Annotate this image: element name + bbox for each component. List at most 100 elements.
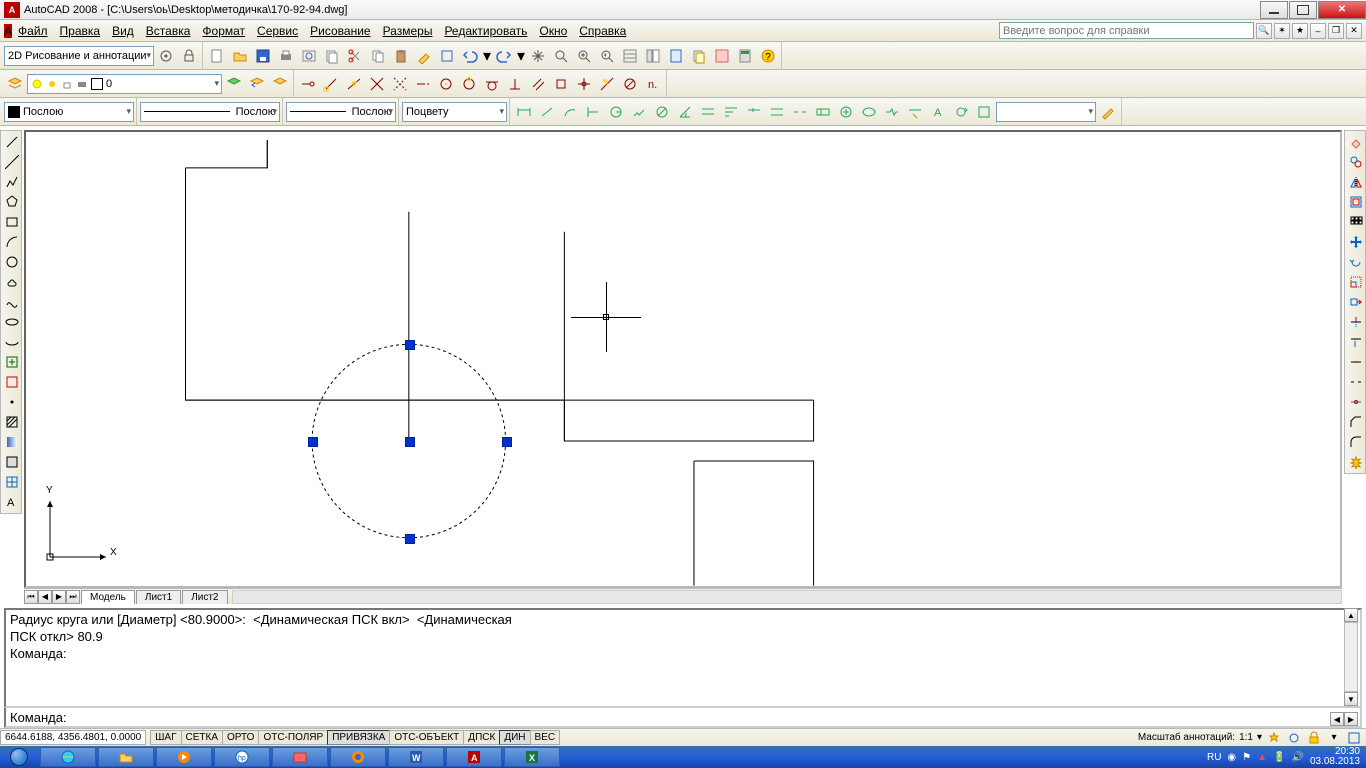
polygon-icon[interactable] bbox=[2, 192, 22, 212]
dim-text-edit-icon[interactable]: A bbox=[927, 101, 949, 123]
redo-icon[interactable] bbox=[493, 45, 515, 67]
toggle-dyn[interactable]: ДИН bbox=[499, 730, 530, 745]
cmd-scroll-up-icon[interactable]: ▲ bbox=[1344, 608, 1358, 622]
menu-draw[interactable]: Рисование bbox=[304, 20, 376, 41]
dim-style-manager-icon[interactable] bbox=[1097, 101, 1119, 123]
workspace-combo[interactable]: 2D Рисование и аннотации bbox=[4, 46, 154, 66]
snap-endpoint-icon[interactable] bbox=[320, 73, 342, 95]
circle-icon[interactable] bbox=[2, 252, 22, 272]
dim-space-icon[interactable] bbox=[766, 101, 788, 123]
quickcalc-icon[interactable] bbox=[734, 45, 756, 67]
dim-radius-icon[interactable] bbox=[605, 101, 627, 123]
block-editor-icon[interactable] bbox=[436, 45, 458, 67]
dim-inspect-icon[interactable] bbox=[858, 101, 880, 123]
status-tray-icon[interactable]: ▾ bbox=[1326, 730, 1342, 746]
tray-clock[interactable]: 20:30 03.08.2013 bbox=[1310, 747, 1360, 767]
workspace-lock-icon[interactable] bbox=[178, 45, 200, 67]
toggle-grid[interactable]: СЕТКА bbox=[181, 730, 224, 745]
dim-continue-icon[interactable] bbox=[743, 101, 765, 123]
toggle-snap[interactable]: ШАГ bbox=[150, 730, 181, 745]
spline-icon[interactable] bbox=[2, 292, 22, 312]
tray-lang[interactable]: RU bbox=[1207, 752, 1221, 763]
properties-icon[interactable] bbox=[619, 45, 641, 67]
dim-style-combo[interactable] bbox=[996, 102, 1096, 122]
mdi-restore-icon[interactable]: ❐ bbox=[1328, 23, 1344, 39]
revcloud-icon[interactable] bbox=[2, 272, 22, 292]
favorites-icon[interactable]: ★ bbox=[1292, 23, 1308, 39]
markup-icon[interactable] bbox=[711, 45, 733, 67]
help-icon[interactable]: ? bbox=[757, 45, 779, 67]
tray-network-icon[interactable]: ◉ bbox=[1227, 752, 1236, 763]
center-mark-icon[interactable] bbox=[835, 101, 857, 123]
save-icon[interactable] bbox=[252, 45, 274, 67]
layer-match-icon[interactable] bbox=[269, 73, 291, 95]
snap-from-icon[interactable] bbox=[297, 73, 319, 95]
table-icon[interactable] bbox=[2, 472, 22, 492]
anno-autoscale-icon[interactable] bbox=[1286, 730, 1302, 746]
snap-apparent-icon[interactable] bbox=[389, 73, 411, 95]
toggle-lwt[interactable]: ВЕС bbox=[530, 730, 561, 745]
grip-south[interactable] bbox=[405, 534, 415, 544]
start-button[interactable] bbox=[0, 746, 38, 768]
task-media-player[interactable] bbox=[156, 747, 212, 767]
task-hp[interactable]: hp bbox=[214, 747, 270, 767]
zoom-window-icon[interactable] bbox=[573, 45, 595, 67]
offset-icon[interactable] bbox=[1346, 192, 1366, 212]
design-center-icon[interactable] bbox=[642, 45, 664, 67]
dim-angular-icon[interactable] bbox=[674, 101, 696, 123]
command-history[interactable]: Радиус круга или [Диаметр] <80.9000>: <Д… bbox=[4, 608, 1362, 708]
close-button[interactable] bbox=[1318, 1, 1366, 19]
snap-nearest-icon[interactable] bbox=[596, 73, 618, 95]
extend-icon[interactable] bbox=[1346, 332, 1366, 352]
layer-states-icon[interactable] bbox=[223, 73, 245, 95]
sheet-set-icon[interactable] bbox=[688, 45, 710, 67]
color-combo[interactable]: Послою bbox=[4, 102, 134, 122]
mirror-icon[interactable] bbox=[1346, 172, 1366, 192]
tray-acad-icon[interactable]: ▲ bbox=[1257, 752, 1267, 763]
clean-screen-icon[interactable] bbox=[1346, 730, 1362, 746]
task-autocad[interactable]: A bbox=[446, 747, 502, 767]
help-search-go-icon[interactable]: 🔍 bbox=[1256, 23, 1272, 39]
layer-properties-icon[interactable] bbox=[4, 73, 26, 95]
line-icon[interactable] bbox=[2, 132, 22, 152]
snap-midpoint-icon[interactable] bbox=[343, 73, 365, 95]
erase-icon[interactable] bbox=[1346, 132, 1366, 152]
tab-layout2[interactable]: Лист2 bbox=[182, 590, 227, 604]
redo-dropdown-icon[interactable]: ▾ bbox=[516, 45, 526, 67]
dim-break-icon[interactable] bbox=[789, 101, 811, 123]
undo-icon[interactable] bbox=[459, 45, 481, 67]
open-icon[interactable] bbox=[229, 45, 251, 67]
minimize-button[interactable] bbox=[1260, 1, 1288, 19]
dim-style-icon[interactable] bbox=[973, 101, 995, 123]
menu-help[interactable]: Справка bbox=[573, 20, 632, 41]
array-icon[interactable] bbox=[1346, 212, 1366, 232]
menu-modify[interactable]: Редактировать bbox=[438, 20, 533, 41]
task-photos[interactable] bbox=[272, 747, 328, 767]
print-icon[interactable] bbox=[275, 45, 297, 67]
dim-jogged-linear-icon[interactable] bbox=[881, 101, 903, 123]
dim-aligned-icon[interactable] bbox=[536, 101, 558, 123]
mdi-minimize-icon[interactable]: – bbox=[1310, 23, 1326, 39]
tab-scroll-prev-icon[interactable]: ◀ bbox=[38, 590, 52, 604]
publish-icon[interactable] bbox=[321, 45, 343, 67]
break-icon[interactable] bbox=[1346, 372, 1366, 392]
dim-update-icon[interactable] bbox=[950, 101, 972, 123]
lineweight-combo[interactable]: Послою bbox=[286, 102, 396, 122]
tab-model[interactable]: Модель bbox=[81, 590, 135, 604]
tab-scroll-next-icon[interactable]: ▶ bbox=[52, 590, 66, 604]
cmd-scroll-down-icon[interactable]: ▼ bbox=[1344, 692, 1358, 706]
new-icon[interactable] bbox=[206, 45, 228, 67]
tab-scroll-last-icon[interactable]: ⏭ bbox=[66, 590, 80, 604]
move-icon[interactable] bbox=[1346, 232, 1366, 252]
snap-none-icon[interactable] bbox=[619, 73, 641, 95]
cmd-hscroll-left-icon[interactable]: ◀ bbox=[1330, 712, 1344, 726]
xline-icon[interactable] bbox=[2, 152, 22, 172]
dim-quick-icon[interactable] bbox=[697, 101, 719, 123]
grip-north[interactable] bbox=[405, 340, 415, 350]
ellipse-arc-icon[interactable] bbox=[2, 332, 22, 352]
toggle-polar[interactable]: ОТС-ПОЛЯР bbox=[258, 730, 328, 745]
menu-window[interactable]: Окно bbox=[533, 20, 573, 41]
make-block-icon[interactable] bbox=[2, 372, 22, 392]
snap-perpendicular-icon[interactable] bbox=[504, 73, 526, 95]
toggle-ducs[interactable]: ДПСК bbox=[463, 730, 500, 745]
